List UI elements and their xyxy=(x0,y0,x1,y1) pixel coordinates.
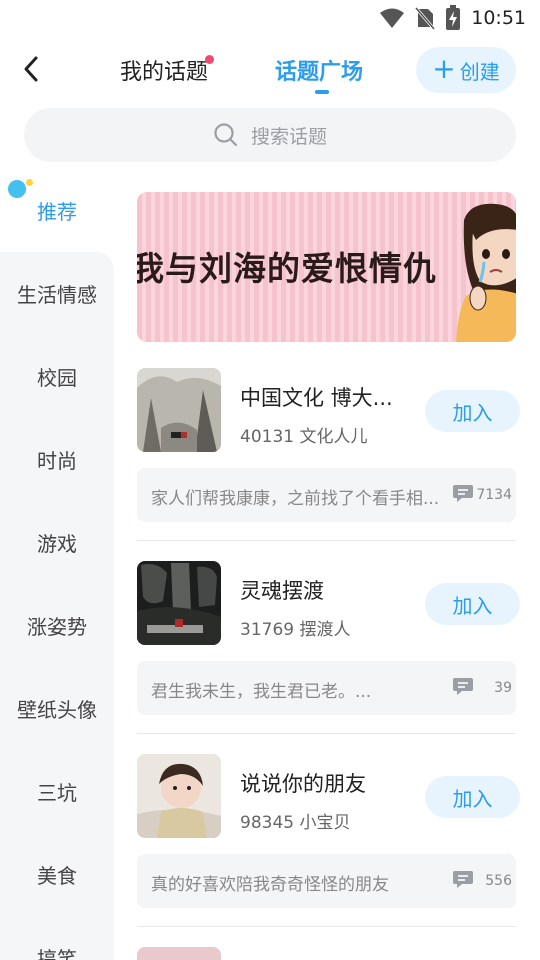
topic-title: 中国文化 博大... xyxy=(240,386,393,410)
status-time: 10:51 xyxy=(471,7,526,29)
tab-topic-square-label: 话题广场 xyxy=(275,60,364,85)
topic-latest-post[interactable]: 真的好喜欢陪我奇奇怪怪的朋友 556 xyxy=(137,854,516,908)
plus-icon: + xyxy=(432,52,456,85)
sidebar-item-sankeng[interactable]: 三坑 xyxy=(0,771,114,811)
comment-icon xyxy=(453,485,473,502)
join-button[interactable]: 加入 xyxy=(425,583,520,625)
post-preview: 家人们帮我康康，之前找了个看手相... xyxy=(151,489,440,509)
sidebar-item-fashion[interactable]: 时尚 xyxy=(0,439,114,479)
battery-charging-icon xyxy=(446,5,461,30)
comment-icon xyxy=(453,678,473,695)
topic-thumbnail xyxy=(137,368,221,452)
comment-count: 39 xyxy=(494,680,512,696)
search-input[interactable]: 搜索话题 xyxy=(24,108,516,162)
sidebar-item-campus[interactable]: 校园 xyxy=(0,356,114,396)
topic-title: 说说你的朋友 xyxy=(240,772,366,796)
topic-card[interactable]: 灵魂摆渡 31769 摆渡人 加入 君生我未生，我生君已老。... 39 xyxy=(137,561,520,734)
tab-my-topics-label: 我的话题 xyxy=(120,60,209,85)
wifi-icon xyxy=(380,8,405,28)
sidebar-item-life-emotion[interactable]: 生活情感 xyxy=(0,273,114,313)
search-placeholder: 搜索话题 xyxy=(250,125,327,148)
sidebar-item-games[interactable]: 游戏 xyxy=(0,522,114,562)
tab-topic-square[interactable]: 话题广场 xyxy=(275,54,363,86)
topic-meta: 31769 摆渡人 xyxy=(240,620,351,640)
join-button[interactable]: 加入 xyxy=(425,390,520,432)
decoration-dot-small xyxy=(26,179,33,186)
topic-thumbnail xyxy=(137,754,221,838)
topic-thumbnail xyxy=(137,561,221,645)
status-bar: 10:51 xyxy=(0,0,540,36)
sidebar-item-knowledge[interactable]: 涨姿势 xyxy=(0,605,114,645)
comment-count: 556 xyxy=(485,873,512,889)
sidebar-item-wallpaper[interactable]: 壁纸头像 xyxy=(0,688,114,728)
category-sidebar: 推荐 生活情感 校园 时尚 游戏 涨姿势 壁纸头像 三坑 美食 搞笑 xyxy=(0,168,114,960)
divider xyxy=(137,540,516,541)
post-preview: 君生我未生，我生君已老。... xyxy=(151,682,372,702)
topic-card[interactable]: 说说你的朋友 98345 小宝贝 加入 真的好喜欢陪我奇奇怪怪的朋友 556 xyxy=(137,754,520,927)
create-label: 创建 xyxy=(459,59,500,84)
sidebar-item-recommend[interactable]: 推荐 xyxy=(0,190,114,230)
back-button[interactable] xyxy=(14,52,48,86)
topic-thumbnail-partial xyxy=(137,947,221,960)
topic-latest-post[interactable]: 家人们帮我康康，之前找了个看手相... 7134 xyxy=(137,468,516,522)
divider xyxy=(137,733,516,734)
create-button[interactable]: + 创建 xyxy=(416,47,516,93)
chevron-left-icon xyxy=(24,56,38,82)
search-icon xyxy=(214,123,238,147)
topic-title: 灵魂摆渡 xyxy=(240,579,324,603)
header: 我的话题 话题广场 + 创建 xyxy=(0,40,540,100)
join-button[interactable]: 加入 xyxy=(425,776,520,818)
sidebar-item-funny[interactable]: 搞笑 xyxy=(0,937,114,960)
no-sim-icon xyxy=(415,7,436,30)
sidebar-item-food[interactable]: 美食 xyxy=(0,854,114,894)
girl-illustration xyxy=(456,203,516,342)
post-preview: 真的好喜欢陪我奇奇怪怪的朋友 xyxy=(151,875,389,895)
comment-count: 7134 xyxy=(476,487,512,503)
divider xyxy=(137,926,516,927)
topic-meta: 98345 小宝贝 xyxy=(240,813,351,833)
active-tab-indicator xyxy=(315,90,329,94)
notification-dot xyxy=(205,55,215,64)
topic-card[interactable]: 中国文化 博大... 40131 文化人儿 加入 家人们帮我康康，之前找了个看手… xyxy=(137,368,520,541)
topic-latest-post[interactable]: 君生我未生，我生君已老。... 39 xyxy=(137,661,516,715)
status-icons: 10:51 xyxy=(379,5,526,31)
tab-my-topics[interactable]: 我的话题 xyxy=(120,54,215,86)
comment-icon xyxy=(453,871,473,888)
featured-banner[interactable]: 我与刘海的爱恨情仇 xyxy=(137,192,516,342)
topic-meta: 40131 文化人儿 xyxy=(240,427,368,447)
banner-title: 我与刘海的爱恨情仇 xyxy=(137,249,437,288)
